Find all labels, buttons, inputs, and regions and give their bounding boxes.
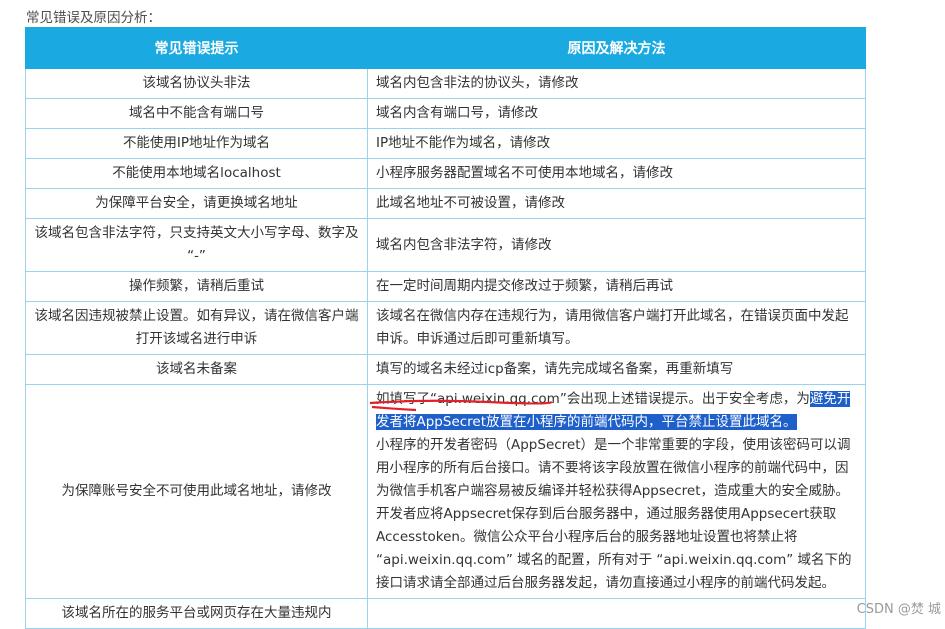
error-cell: 域名中不能含有端口号	[25, 98, 368, 129]
reason-cell: 域名内包含非法字符，请修改	[367, 218, 866, 272]
reason-cell: 如填写了“api.weixin.qq.com”会出现上述错误提示。出于安全考虑，…	[367, 384, 866, 599]
reason-text: 如填写了“api.weixin.qq.com”会出现上述错误提示。出于安全考虑，…	[376, 391, 810, 407]
reason-cell: IP地址不能作为域名，请修改	[367, 128, 866, 159]
error-cell: 为保障账号安全不可使用此域名地址，请修改	[25, 384, 368, 599]
reason-cell: 该域名在微信内存在违规行为，请用微信客户端打开此域名，在错误页面中发起申诉。申诉…	[367, 301, 866, 355]
error-cell: 该域名包含非法字符，只支持英文大小写字母、数字及 “-”	[25, 218, 368, 272]
reason-cell: 此域名地址不可被设置，请修改	[367, 188, 866, 219]
reason-text: 小程序的开发者密码（AppSecret）是一个非常重要的字段，使用该密码可以调用…	[376, 437, 852, 591]
table-row-appsecret: 为保障账号安全不可使用此域名地址，请修改 如填写了“api.weixin.qq.…	[25, 384, 866, 599]
header-reason: 原因及解决方法	[367, 27, 866, 69]
error-cell: 该域名协议头非法	[25, 68, 368, 99]
error-cell: 为保障平台安全，请更换域名地址	[25, 188, 368, 219]
header-error: 常见错误提示	[25, 27, 368, 69]
table-row: 不能使用本地域名localhost 小程序服务器配置域名不可使用本地域名，请修改	[25, 158, 866, 189]
reason-cell: 域名内包含非法的协议头，请修改	[367, 68, 866, 99]
table-row: 该域名所在的服务平台或网页存在大量违规内	[25, 598, 866, 629]
table-row: 操作频繁，请稍后重试 在一定时间周期内提交修改过于频繁，请稍后再试	[25, 271, 866, 302]
error-cell: 该域名因违规被禁止设置。如有异议，请在微信客户端打开该域名进行申诉	[25, 301, 368, 355]
table-row: 该域名协议头非法 域名内包含非法的协议头，请修改	[25, 68, 866, 99]
table-header-row: 常见错误提示 原因及解决方法	[25, 27, 866, 69]
error-table: 常见错误提示 原因及解决方法 该域名协议头非法 域名内包含非法的协议头，请修改 …	[25, 27, 866, 629]
table-row: 该域名未备案 填写的域名未经过icp备案，请先完成域名备案，再重新填写	[25, 354, 866, 385]
table-row: 不能使用IP地址作为域名 IP地址不能作为域名，请修改	[25, 128, 866, 159]
table-row: 域名中不能含有端口号 域名内含有端口号，请修改	[25, 98, 866, 129]
reason-cell: 在一定时间周期内提交修改过于频繁，请稍后再试	[367, 271, 866, 302]
error-cell: 不能使用IP地址作为域名	[25, 128, 368, 159]
section-intro: 常见错误及原因分析：	[26, 10, 161, 26]
reason-cell: 域名内含有端口号，请修改	[367, 98, 866, 129]
table-row: 为保障平台安全，请更换域名地址 此域名地址不可被设置，请修改	[25, 188, 866, 219]
error-cell: 该域名未备案	[25, 354, 368, 385]
error-cell: 操作频繁，请稍后重试	[25, 271, 368, 302]
table-row: 该域名因违规被禁止设置。如有异议，请在微信客户端打开该域名进行申诉 该域名在微信…	[25, 301, 866, 355]
reason-cell: 小程序服务器配置域名不可使用本地域名，请修改	[367, 158, 866, 189]
error-cell: 该域名所在的服务平台或网页存在大量违规内	[25, 598, 368, 629]
table-row: 该域名包含非法字符，只支持英文大小写字母、数字及 “-” 域名内包含非法字符，请…	[25, 218, 866, 272]
error-cell: 不能使用本地域名localhost	[25, 158, 368, 189]
reason-cell	[367, 598, 866, 629]
reason-cell: 填写的域名未经过icp备案，请先完成域名备案，再重新填写	[367, 354, 866, 385]
csdn-watermark: CSDN @焚 城	[856, 602, 941, 617]
